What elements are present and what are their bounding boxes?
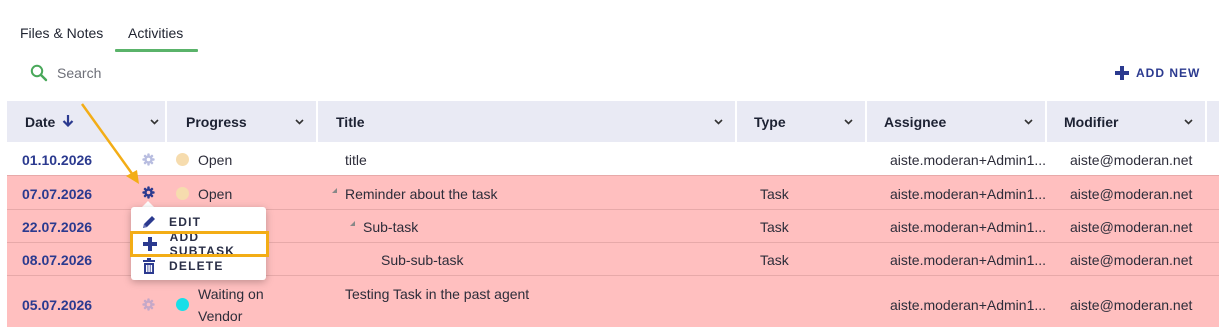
row-modifier: aiste@moderan.net (1070, 186, 1193, 202)
status-dot (176, 153, 189, 166)
column-header-title[interactable]: Title (318, 101, 735, 142)
row-modifier: aiste@moderan.net (1070, 297, 1193, 313)
pencil-icon (141, 214, 157, 230)
chevron-down-icon[interactable] (145, 101, 165, 142)
row-date[interactable]: 01.10.2026 (22, 152, 92, 168)
chevron-down-icon[interactable] (1184, 117, 1193, 126)
trash-icon (141, 258, 157, 274)
row-type: Task (760, 186, 789, 202)
tab-bar: Files & Notes Activities (0, 0, 1227, 52)
add-subtask-menu-item[interactable]: ADD SUBTASK (130, 230, 269, 258)
row-progress-line2: Vendor (198, 308, 243, 324)
collapse-triangle-icon[interactable] (350, 221, 355, 226)
delete-menu-label: DELETE (169, 259, 224, 273)
table-row[interactable]: 01.10.2026 Open title aiste.moderan+Admi… (7, 142, 1219, 175)
add-subtask-menu-label: ADD SUBTASK (169, 230, 236, 258)
gear-icon[interactable] (142, 298, 155, 311)
status-dot (176, 187, 189, 200)
row-modifier: aiste@moderan.net (1070, 252, 1193, 268)
chevron-down-icon[interactable] (1024, 117, 1033, 126)
column-header-assignee-label: Assignee (884, 113, 947, 130)
row-type: Task (760, 252, 789, 268)
row-modifier: aiste@moderan.net (1070, 152, 1193, 168)
edit-menu-label: EDIT (169, 215, 202, 229)
column-header-date[interactable]: Date (25, 101, 165, 142)
row-date[interactable]: 05.07.2026 (22, 297, 92, 313)
delete-menu-item[interactable]: DELETE (131, 255, 266, 277)
column-divider[interactable] (1205, 101, 1207, 142)
row-title[interactable]: Reminder about the task (345, 186, 498, 202)
column-header-assignee[interactable]: Assignee (867, 101, 1045, 142)
table-row[interactable]: 07.07.2026 Open Reminder about the task … (7, 175, 1219, 209)
row-progress-line1: Waiting on (198, 286, 264, 302)
row-title[interactable]: Sub-sub-task (381, 252, 463, 268)
column-header-modifier[interactable]: Modifier (1047, 101, 1205, 142)
row-progress: Open (198, 186, 233, 202)
add-new-button[interactable]: ADD NEW (1115, 66, 1200, 80)
tab-activities[interactable]: Activities (128, 25, 183, 41)
active-tab-indicator (115, 49, 198, 52)
tab-files-notes[interactable]: Files & Notes (20, 25, 103, 41)
search-input[interactable] (57, 65, 207, 81)
search-box[interactable] (30, 62, 207, 84)
column-header-title-label: Title (336, 113, 365, 130)
row-date[interactable]: 07.07.2026 (22, 186, 92, 202)
row-assignee: aiste.moderan+Admin1... (890, 297, 1047, 313)
chevron-down-icon[interactable] (714, 117, 723, 126)
row-assignee: aiste.moderan+Admin1... (890, 219, 1047, 235)
plus-icon (1115, 66, 1129, 80)
row-title[interactable]: Sub-task (363, 219, 418, 235)
collapse-triangle-icon[interactable] (332, 188, 337, 193)
table-row[interactable]: 05.07.2026 Waiting on Vendor Testing Tas… (7, 275, 1219, 327)
column-header-modifier-label: Modifier (1064, 113, 1119, 130)
gear-icon[interactable] (142, 186, 155, 199)
column-header-date-label: Date (25, 113, 56, 130)
row-date[interactable]: 08.07.2026 (22, 252, 92, 268)
row-title[interactable]: Testing Task in the past agent (345, 286, 529, 302)
arrow-down-icon (62, 114, 74, 130)
row-progress: Open (198, 152, 233, 168)
row-modifier: aiste@moderan.net (1070, 219, 1193, 235)
chevron-down-icon[interactable] (295, 117, 304, 126)
gear-icon[interactable] (142, 153, 155, 166)
row-type: Task (760, 219, 789, 235)
search-icon (30, 64, 48, 82)
column-header-type-label: Type (754, 113, 786, 130)
row-assignee: aiste.moderan+Admin1... (890, 152, 1047, 168)
column-header-progress[interactable]: Progress (167, 101, 316, 142)
plus-icon (142, 236, 158, 252)
row-title[interactable]: title (345, 152, 367, 168)
row-date[interactable]: 22.07.2026 (22, 219, 92, 235)
column-header-type[interactable]: Type (737, 101, 865, 142)
column-header-progress-label: Progress (186, 113, 247, 130)
chevron-down-icon[interactable] (844, 117, 853, 126)
table-header: Date Progress Title Type Assignee Modifi… (7, 101, 1219, 142)
add-new-label: ADD NEW (1136, 66, 1201, 80)
row-assignee: aiste.moderan+Admin1... (890, 252, 1047, 268)
status-dot (176, 298, 189, 311)
row-assignee: aiste.moderan+Admin1... (890, 186, 1047, 202)
